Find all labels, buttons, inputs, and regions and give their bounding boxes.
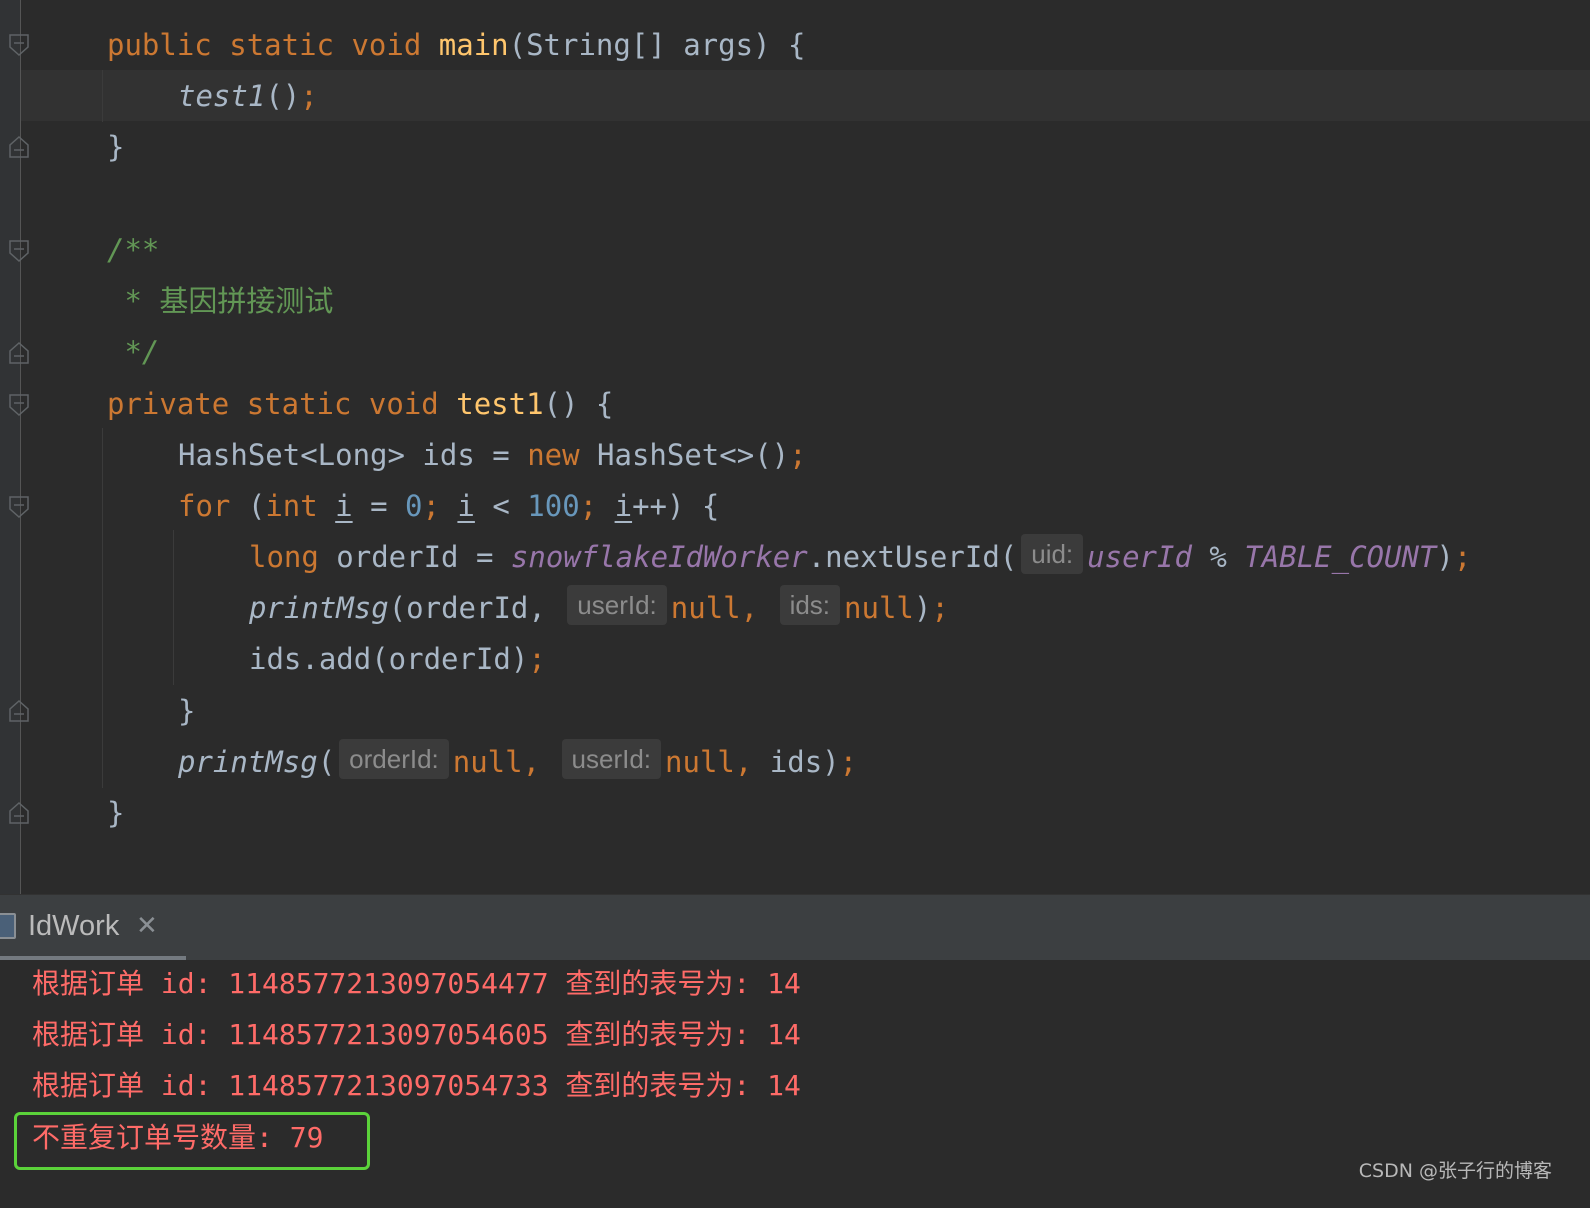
fold-collapse-icon[interactable] bbox=[9, 394, 29, 416]
run-tab-idwork[interactable]: IdWork ✕ bbox=[0, 895, 186, 961]
console-icon bbox=[0, 913, 16, 939]
highlight-annotation-box bbox=[14, 1112, 370, 1170]
parameter-hint: userId: bbox=[561, 739, 662, 779]
parameter-hint: uid: bbox=[1021, 534, 1084, 574]
code-line[interactable]: ids.add(orderId); bbox=[249, 633, 546, 685]
fold-end-icon[interactable] bbox=[9, 700, 29, 722]
code-line[interactable]: } bbox=[107, 787, 124, 839]
run-panel-header: IdWork ✕ bbox=[0, 894, 1590, 961]
indent-guide bbox=[102, 428, 103, 788]
code-line[interactable]: for (int i = 0; i < 100; i++) { bbox=[178, 480, 719, 532]
parameter-hint: ids: bbox=[779, 585, 841, 625]
code-line[interactable]: printMsg(orderId: null, userId: null, ids)… bbox=[178, 736, 857, 788]
indent-guide bbox=[102, 70, 103, 122]
code-line[interactable]: public static void main(String[] args) { bbox=[107, 19, 805, 71]
fold-end-icon[interactable] bbox=[9, 802, 29, 824]
code-line[interactable]: HashSet<Long> ids = new HashSet<>(); bbox=[178, 429, 807, 481]
code-editor[interactable]: public static void main(String[] args) {… bbox=[0, 0, 1590, 906]
console-line: 根据订单 id: 1148577213097054733 查到的表号为: 14 bbox=[32, 1069, 801, 1102]
console-line: 根据订单 id: 1148577213097054477 查到的表号为: 14 bbox=[32, 967, 801, 1000]
code-line[interactable]: printMsg(orderId, userId: null, ids: null)… bbox=[249, 582, 949, 634]
code-line[interactable]: test1(); bbox=[178, 70, 318, 122]
code-comment[interactable]: /** bbox=[107, 224, 159, 276]
parameter-hint: orderId: bbox=[339, 739, 449, 779]
watermark: CSDN @张子行的博客 bbox=[1358, 1160, 1552, 1182]
fold-end-icon[interactable] bbox=[9, 136, 29, 158]
code-line[interactable]: } bbox=[178, 685, 195, 737]
fold-collapse-icon[interactable] bbox=[9, 240, 29, 262]
code-line[interactable]: private static void test1() { bbox=[107, 378, 613, 430]
run-tab-label: IdWork bbox=[28, 910, 120, 942]
code-line[interactable]: long orderId = snowflakeIdWorker.nextUse… bbox=[249, 531, 1471, 583]
indent-guide bbox=[173, 530, 174, 685]
fold-end-icon[interactable] bbox=[9, 342, 29, 364]
code-comment[interactable]: * 基因拼接测试 bbox=[107, 275, 333, 327]
parameter-hint: userId: bbox=[567, 585, 667, 625]
fold-collapse-icon[interactable] bbox=[9, 496, 29, 518]
code-line[interactable]: } bbox=[107, 121, 124, 173]
code-comment[interactable]: */ bbox=[107, 326, 159, 378]
fold-collapse-icon[interactable] bbox=[9, 34, 29, 56]
console-line: 根据订单 id: 1148577213097054605 查到的表号为: 14 bbox=[32, 1018, 801, 1051]
close-icon[interactable]: ✕ bbox=[136, 911, 162, 941]
